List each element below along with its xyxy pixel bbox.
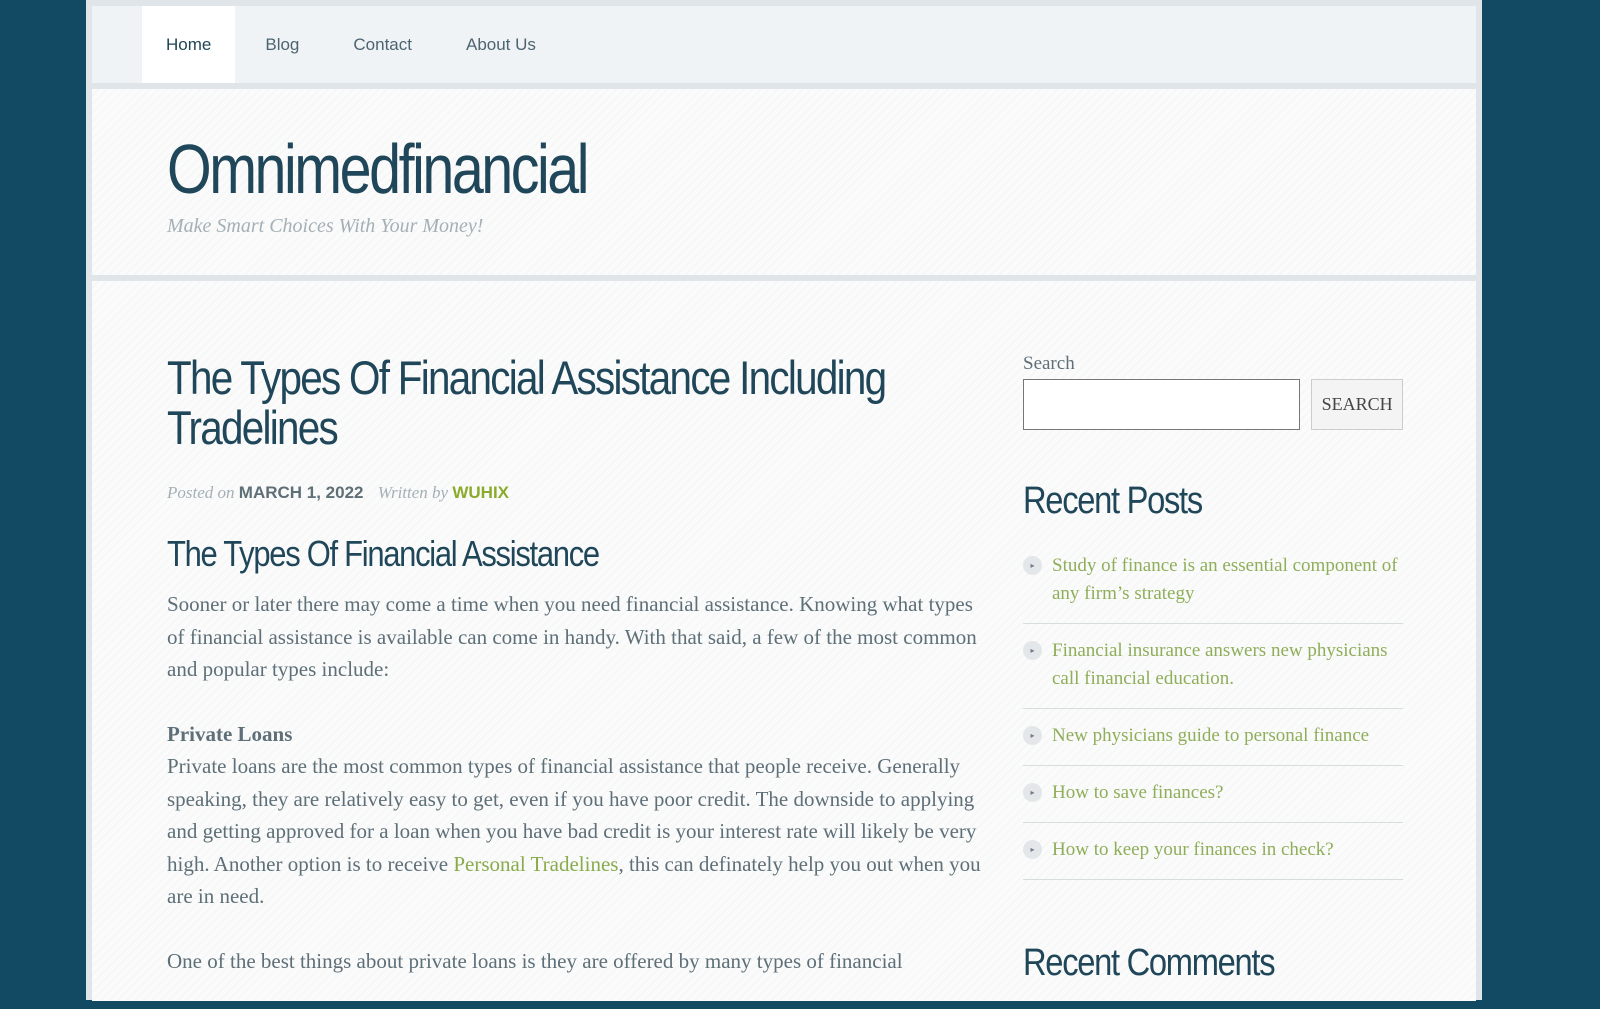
recent-post-link[interactable]: Study of finance is an essential compone… <box>1052 552 1403 608</box>
search-button[interactable]: SEARCH <box>1311 379 1403 430</box>
nav-blog[interactable]: Blog <box>241 6 323 83</box>
sidebar: Search SEARCH Recent Posts ▸ Study of fin… <box>1023 353 1403 1001</box>
bullet-arrow-icon: ▸ <box>1023 641 1042 660</box>
nav-contact[interactable]: Contact <box>329 6 436 83</box>
bullet-arrow-icon: ▸ <box>1023 840 1042 859</box>
bullet-arrow-icon: ▸ <box>1023 783 1042 802</box>
subheading: Private Loans <box>167 721 293 746</box>
page: Home Blog Contact About Us Omnimedfinanc… <box>86 0 1482 1001</box>
recent-comments-title: Recent Comments <box>1023 942 1276 984</box>
nav-home[interactable]: Home <box>142 6 236 83</box>
post-title: The Types Of Financial Assistance Includ… <box>167 351 887 454</box>
list-item: ▸ Study of finance is an essential compon… <box>1023 539 1403 624</box>
site-tagline: Make Smart Choices With Your Money! <box>167 215 484 237</box>
post: The Types Of Financial Assistance Includ… <box>167 353 987 1009</box>
paragraph: Private Loans Private loans are the most … <box>167 718 987 913</box>
recent-post-link[interactable]: Financial insurance answers new physicia… <box>1052 637 1403 693</box>
main-area: The Types Of Financial Assistance Includ… <box>92 281 1476 1001</box>
personal-tradelines-link[interactable]: Personal Tradelines <box>453 852 618 876</box>
paragraph: Sooner or later there may come a time wh… <box>167 592 977 681</box>
post-author[interactable]: WUHIX <box>452 483 509 502</box>
recent-posts-title: Recent Posts <box>1023 480 1203 522</box>
recent-posts-list: ▸ Study of finance is an essential compon… <box>1023 539 1403 880</box>
paragraph: One of the best things about private loa… <box>167 948 903 973</box>
nav-about-us[interactable]: About Us <box>442 6 560 83</box>
list-item: ▸ Financial insurance answers new physici… <box>1023 624 1403 709</box>
site-title[interactable]: Omnimedfinancial <box>167 129 590 209</box>
main-nav: Home Blog Contact About Us <box>92 6 1476 83</box>
post-heading: The Types Of Financial Assistance <box>167 532 600 574</box>
post-meta: Posted on MARCH 1, 2022 Written by WUHIX <box>167 477 987 510</box>
site-header: Omnimedfinancial Make Smart Choices With… <box>92 89 1476 275</box>
list-item: ▸ How to save finances? <box>1023 766 1403 823</box>
search-label: Search <box>1023 353 1075 374</box>
recent-post-link[interactable]: How to save finances? <box>1052 779 1223 807</box>
posted-on-label: Posted on <box>167 483 235 502</box>
bullet-arrow-icon: ▸ <box>1023 556 1042 575</box>
recent-post-link[interactable]: New physicians guide to personal finance <box>1052 722 1369 750</box>
list-item: ▸ New physicians guide to personal financ… <box>1023 709 1403 766</box>
search-input[interactable] <box>1023 379 1301 430</box>
written-by-label: Written by <box>377 483 449 502</box>
post-date[interactable]: MARCH 1, 2022 <box>239 483 364 502</box>
bullet-arrow-icon: ▸ <box>1023 726 1042 745</box>
list-item: ▸ How to keep your finances in check? <box>1023 823 1403 880</box>
recent-post-link[interactable]: How to keep your finances in check? <box>1052 836 1334 864</box>
